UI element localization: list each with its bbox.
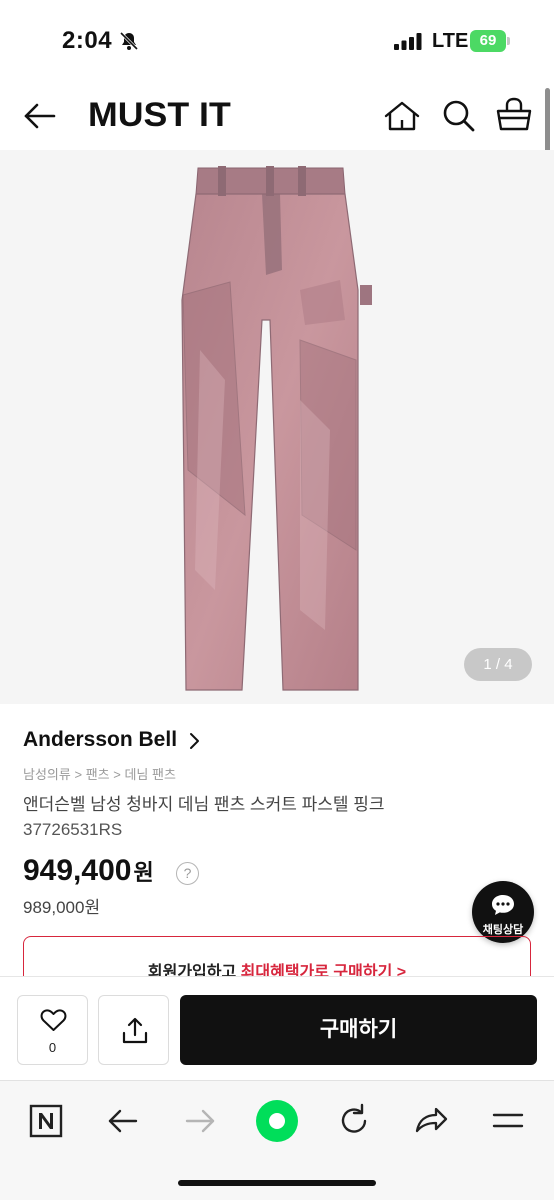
purchase-bar: 0 구매하기 (0, 976, 554, 1080)
logo[interactable]: MUST IT (88, 96, 231, 135)
chevron-right-icon[interactable] (186, 731, 202, 751)
reload-icon[interactable] (332, 1099, 376, 1143)
app-header: MUST IT (0, 82, 554, 150)
price-help-icon[interactable]: ? (176, 862, 199, 885)
menu-icon[interactable] (486, 1099, 530, 1143)
forward-icon[interactable] (178, 1099, 222, 1143)
share-button[interactable] (98, 995, 169, 1065)
brand-link[interactable]: Andersson Bell (23, 728, 177, 752)
green-dot-icon[interactable] (255, 1099, 299, 1143)
battery-tip (507, 37, 510, 45)
original-price: 989,000원 (23, 898, 101, 917)
product-name: 앤더슨벨 남성 청바지 데님 팬츠 스커트 파스텔 핑크 (23, 795, 385, 814)
back-icon[interactable] (101, 1099, 145, 1143)
home-icon[interactable] (382, 98, 422, 134)
chat-consult-button[interactable]: 채팅상담 (472, 881, 534, 943)
basket-icon[interactable] (494, 96, 534, 134)
search-icon[interactable] (440, 98, 478, 134)
breadcrumb-item[interactable]: 데님 팬츠 (124, 764, 175, 783)
status-bar: 2:04 LTE 69 (0, 0, 554, 82)
breadcrumb-item[interactable]: 팬츠 (86, 764, 110, 783)
like-button[interactable]: 0 (17, 995, 88, 1065)
breadcrumb-item[interactable]: 남성의류 (23, 764, 71, 783)
heart-icon (40, 1009, 67, 1031)
price-unit: 원 (133, 860, 154, 885)
breadcrumb: 남성의류 > 팬츠 > 데님 팬츠 (23, 764, 176, 783)
price-value: 949,400 (23, 854, 132, 887)
breadcrumb-separator: > (74, 767, 83, 782)
bell-slash-icon (119, 31, 139, 51)
buy-button[interactable]: 구매하기 (180, 995, 537, 1065)
back-arrow-icon[interactable] (20, 98, 60, 134)
chat-label: 채팅상담 (482, 924, 524, 936)
naver-n-icon[interactable] (24, 1099, 68, 1143)
signal-icon (394, 33, 422, 50)
image-counter: 1 / 4 (464, 648, 532, 681)
like-count: 0 (48, 1040, 57, 1055)
product-image[interactable] (0, 150, 554, 704)
share-arrow-icon[interactable] (409, 1099, 453, 1143)
battery-level: 69 (470, 30, 506, 52)
sale-price: 949,400원 (23, 854, 154, 888)
product-photo (0, 150, 554, 704)
product-code: 37726531RS (23, 820, 123, 839)
status-time: 2:04 (62, 27, 113, 54)
chat-bubble-icon (492, 895, 514, 915)
battery-icon: 69 (470, 30, 510, 52)
share-icon (122, 1017, 148, 1044)
home-indicator[interactable] (178, 1180, 376, 1186)
network-label: LTE (432, 30, 469, 52)
breadcrumb-separator: > (113, 767, 121, 782)
